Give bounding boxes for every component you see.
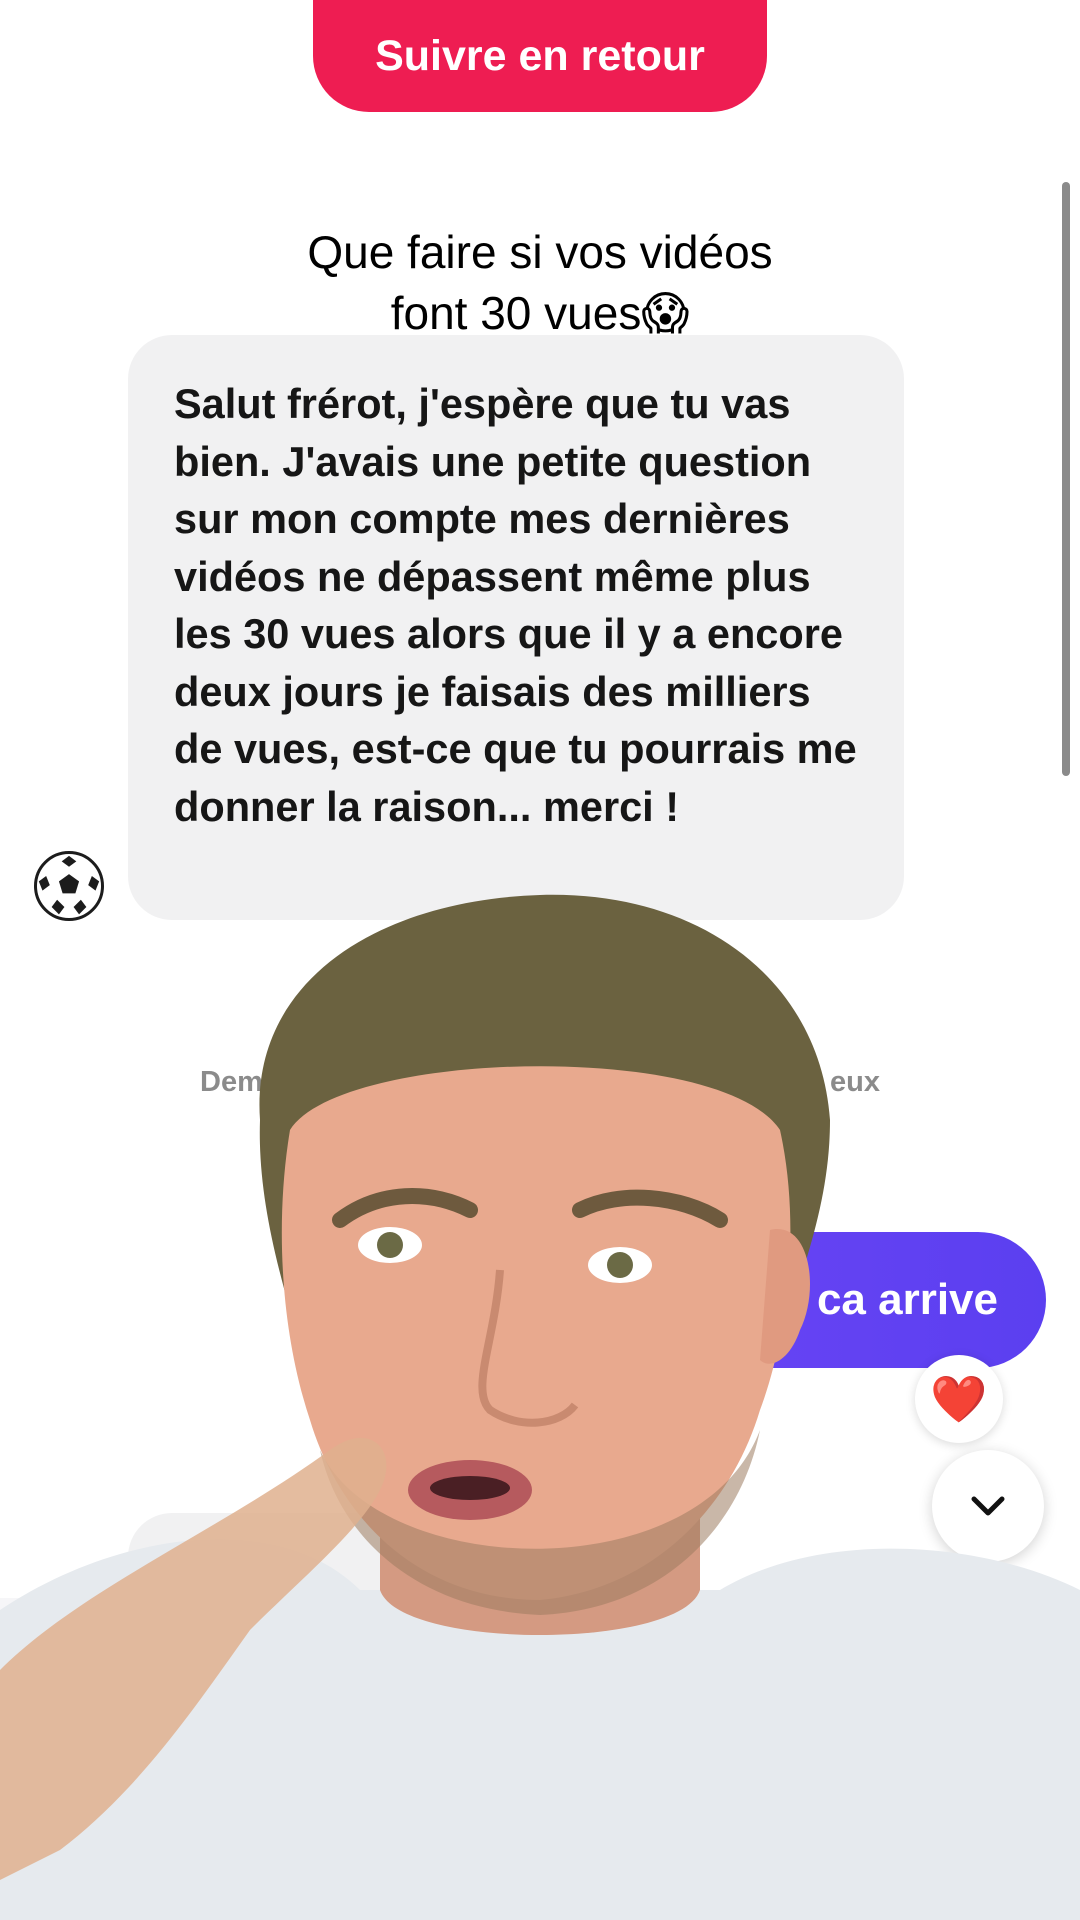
heart-reaction-icon[interactable]: ❤️ bbox=[915, 1355, 1003, 1443]
scroll-to-bottom-button[interactable] bbox=[932, 1450, 1044, 1562]
caption-line-1: Que faire si vos vidéos bbox=[293, 222, 787, 283]
system-note: Dem eux bbox=[200, 1066, 880, 1099]
follow-back-button[interactable]: Suivre en retour bbox=[313, 0, 767, 112]
system-note-right: eux bbox=[830, 1066, 880, 1098]
soccer-ball-svg bbox=[38, 855, 100, 917]
soccer-ball-icon[interactable] bbox=[34, 851, 104, 921]
incoming-message-bubble[interactable]: Salut frérot, j'espère que tu vas bien. … bbox=[128, 335, 904, 920]
incoming-message-text-2: Ok m bbox=[174, 1553, 278, 1600]
chevron-down-icon bbox=[971, 1496, 1005, 1516]
outgoing-message-bubble[interactable]: ca arrive bbox=[640, 1232, 1046, 1368]
outgoing-message-text: ca arrive bbox=[816, 1275, 998, 1324]
system-note-left: Dem bbox=[200, 1066, 263, 1098]
replies-label[interactable]: Réponses bbox=[885, 1655, 1067, 1698]
reaction-emoji: ❤️ bbox=[930, 1372, 988, 1425]
incoming-message-text: Salut frérot, j'espère que tu vas bien. … bbox=[174, 380, 857, 830]
video-caption: Que faire si vos vidéos font 30 vues😱 bbox=[0, 222, 1080, 344]
